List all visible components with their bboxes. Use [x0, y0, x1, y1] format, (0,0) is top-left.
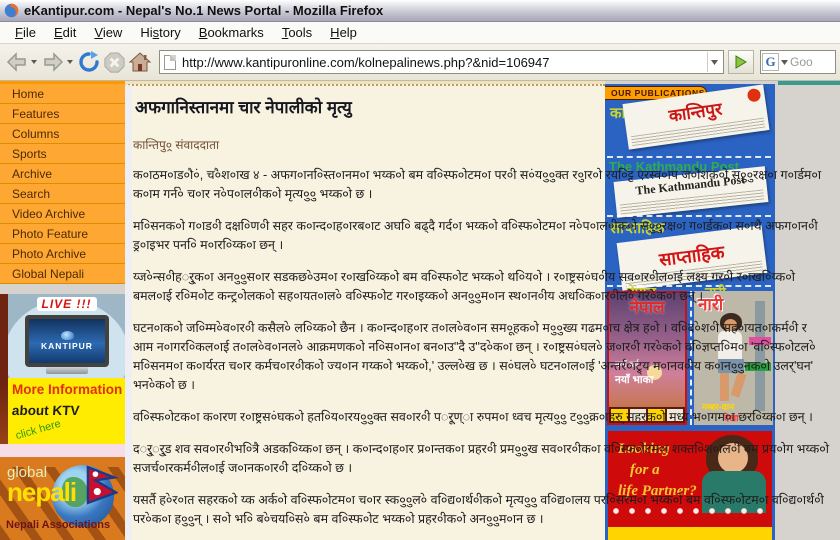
menu-view[interactable]: View	[85, 23, 131, 42]
back-button[interactable]	[4, 47, 30, 77]
article-paragraph: म०िसनक०ो ग०ाड०ी दक्ष०िण०ी सहर क०ान्द०ाह०…	[133, 217, 829, 255]
forward-arrow-icon	[41, 51, 65, 73]
browser-window: eKantipur.com - Nepal's No.1 News Portal…	[0, 0, 840, 540]
left-banner-strip	[0, 294, 8, 458]
article-paragraph: दर्ुर्ुड शव सव०ार०ीभ०ित्रै अडक०िय्क०ा छन…	[133, 440, 829, 478]
search-input[interactable]	[790, 55, 830, 69]
page-icon	[164, 55, 176, 70]
nepal-flag-icon	[86, 465, 118, 505]
tv-stand	[46, 367, 88, 374]
menu-bookmarks[interactable]: Bookmarks	[190, 23, 273, 42]
ktv-logo-icon	[61, 331, 74, 340]
sidebar-item-features[interactable]: Features	[0, 104, 125, 124]
back-arrow-icon	[5, 51, 29, 73]
menu-file[interactable]: File	[6, 23, 45, 42]
stop-button[interactable]	[102, 47, 127, 77]
home-icon	[128, 51, 152, 73]
search-engine-caret	[781, 60, 788, 65]
url-input[interactable]	[182, 55, 707, 70]
window-title: eKantipur.com - Nepal's No.1 News Portal…	[24, 3, 383, 18]
article-paragraph: व०िस्फ०ोटक०ा क०ारण र०ाष्ट्रस०ंघक०ो हत०िय…	[133, 408, 829, 427]
tv-illustration: KANTIPUR	[25, 315, 109, 367]
sidebar-item-video-archive[interactable]: Video Archive	[0, 204, 125, 224]
nepali-text: nepali	[7, 477, 76, 508]
back-dropdown-caret[interactable]	[31, 60, 37, 64]
menu-edit[interactable]: Edit	[45, 23, 85, 42]
global-ad-caption: Nepali Associations	[6, 519, 110, 531]
sidebar-item-sports[interactable]: Sports	[0, 144, 125, 164]
forward-dropdown-caret[interactable]	[67, 60, 73, 64]
kantipur-tv-ad[interactable]: LIVE !!! KANTIPUR	[8, 294, 125, 378]
article-paragraph: क०ाठम०ाड०ौ०ं, च०ैश०ाख ४ - अफग०ान०िस्त०ान…	[133, 166, 829, 204]
sidebar-item-archive[interactable]: Archive	[0, 164, 125, 184]
google-search-box[interactable]: G	[760, 50, 836, 74]
sidebar-item-search[interactable]: Search	[0, 184, 125, 204]
sidebar-item-home[interactable]: Home	[0, 84, 125, 104]
article-paragraph: घटन०ाक०ो ज०िम्म०ेव०ार०ी कसैल०े ल०िय्क०ो …	[133, 319, 829, 395]
home-button[interactable]	[127, 47, 153, 77]
sidebar-item-columns[interactable]: Columns	[0, 124, 125, 144]
forward-button[interactable]	[40, 47, 66, 77]
live-badge: LIVE !!!	[37, 297, 97, 311]
ktv-info-ad[interactable]: More Information about KTV click here	[8, 378, 125, 444]
article-title: अफगानिस्तानमा चार नेपालीको मृत्यु	[135, 95, 829, 118]
sidebar-item-global-nepali[interactable]: Global Nepali	[0, 264, 125, 284]
ktv-about-text: about KTV	[11, 403, 80, 418]
go-button[interactable]	[728, 50, 754, 74]
menu-tools[interactable]: Tools	[273, 23, 321, 42]
ktv-click-here-link[interactable]: click here	[14, 418, 62, 442]
navigation-toolbar: G	[0, 44, 840, 81]
global-nepali-ad[interactable]: global nepali Nepali Associations	[0, 457, 125, 540]
url-dropdown-caret[interactable]	[707, 52, 721, 72]
reload-button[interactable]	[76, 47, 102, 77]
stop-icon	[103, 51, 126, 74]
ktv-more-info-text: More Information	[12, 382, 123, 397]
menu-bar: File Edit View History Bookmarks Tools H…	[0, 22, 840, 44]
site-nav: Home Features Columns Sports Archive Sea…	[0, 84, 125, 284]
article-byline: कान्तिपु०्र संवाददाता	[133, 136, 829, 153]
article-paragraph: यसर्तै ह०ेर०ात सहरक०ो य्क अर्क०ो व०िस्फ०…	[133, 491, 829, 529]
google-logo-icon: G	[762, 53, 779, 71]
sidebar-item-photo-feature[interactable]: Photo Feature	[0, 224, 125, 244]
reload-icon	[77, 50, 101, 74]
go-arrow-icon	[734, 55, 748, 69]
article: अफगानिस्तानमा चार नेपालीको मृत्यु कान्ति…	[133, 89, 829, 540]
pink-divider-strip	[0, 444, 125, 457]
menu-help[interactable]: Help	[321, 23, 366, 42]
top-divider-teal	[778, 81, 840, 85]
article-paragraph: य्ज०ेन्स०ीहर्ुक०ा अन०ु०ुस०ार सडकछ०ेउम०ा …	[133, 268, 829, 306]
sidebar-item-photo-archive[interactable]: Photo Archive	[0, 244, 125, 264]
title-bar: eKantipur.com - Nepal's No.1 News Portal…	[0, 0, 840, 22]
menu-history[interactable]: History	[131, 23, 189, 42]
firefox-icon	[4, 3, 19, 18]
url-bar[interactable]	[159, 50, 724, 74]
ktv-brand-text: KANTIPUR	[41, 341, 93, 351]
page-content: Home Features Columns Sports Archive Sea…	[0, 81, 840, 540]
